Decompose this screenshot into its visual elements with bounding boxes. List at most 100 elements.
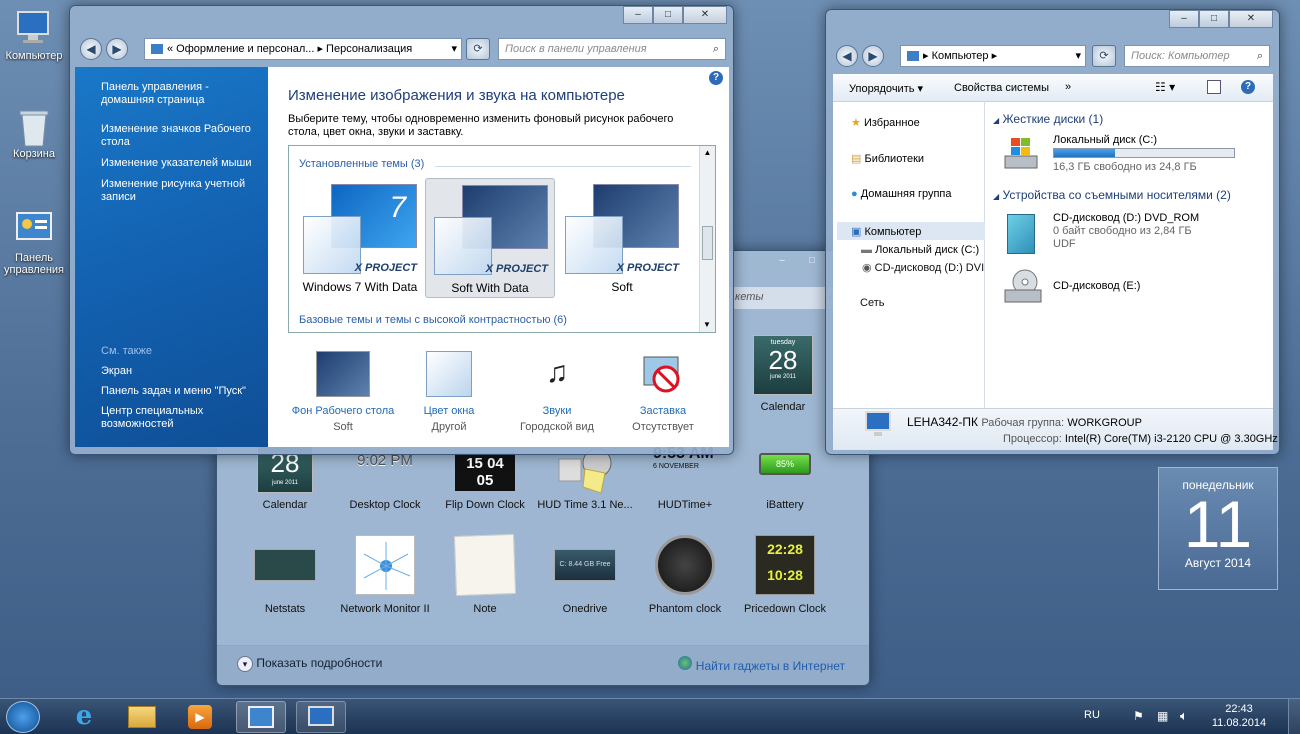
gadget-label: Netstats [264,603,306,615]
view-options-icon[interactable]: ☷ ▾ [1155,80,1175,94]
refresh-button[interactable]: ⟳ [466,38,490,60]
scroll-down-icon[interactable]: ▼ [700,318,714,332]
drive-name: CD-дисковод (D:) DVD_ROM [1053,212,1200,224]
theme-soft[interactable]: X PROJECT Soft [557,178,687,298]
battery-icon: 85% [755,445,815,493]
hdd-group-header[interactable]: ◢ Жесткие диски (1) [993,112,1103,126]
gadget-phantom-clock[interactable]: Phantom clock [635,535,735,615]
scrollbar-thumb[interactable] [702,226,713,260]
search-placeholder: Поиск: Компьютер [1131,50,1230,62]
back-button[interactable]: ◀ [836,45,858,67]
desktop-icon-control-panel[interactable]: Панель управления [0,210,68,276]
theme-name: Soft [611,280,633,294]
gadget-label: Note [473,603,497,615]
minimize-button[interactable]: – [767,253,797,271]
refresh-button[interactable]: ⟳ [1092,45,1116,67]
explorer-content: ◢ Жесткие диски (1) Локальный диск (C:) … [985,102,1273,408]
clock[interactable]: 22:43 11.08.2014 [1210,702,1268,730]
theme-windows7-with-data[interactable]: 7 X PROJECT Windows 7 With Data [295,178,425,298]
theme-soft-with-data[interactable]: X PROJECT Soft With Data [425,178,555,298]
nav-local-disk[interactable]: ▬ Локальный диск (C:) [861,244,979,256]
disk-usage-bar [1053,148,1235,158]
scroll-up-icon[interactable]: ▲ [700,146,715,160]
network-icon[interactable]: ▦ [1157,709,1168,723]
search-icon[interactable]: ⌕ [713,39,719,59]
cd-drive-e-item[interactable]: CD-дисковод (E:) [1003,266,1263,306]
gadget-ibattery[interactable]: 85% iBattery [735,445,835,511]
sidebar-link-mouse-pointers[interactable]: Изменение указателей мыши [101,157,260,170]
organize-button[interactable]: Упорядочить ▾ [849,82,923,95]
help-icon[interactable]: ? [709,71,723,85]
more-button[interactable]: » [1065,81,1071,93]
see-also-accessibility[interactable]: Центр специальных возможностей [101,405,261,431]
gadget-preview-calendar[interactable]: tuesday 28 june 2011 Calendar [733,335,833,413]
gadget-pricedown-clock[interactable]: 22:28 10:28 Pricedown Clock [735,535,835,615]
see-also-display[interactable]: Экран [101,365,261,377]
calendar-widget[interactable]: понедельник 11 Август 2014 [1158,467,1278,590]
start-button[interactable] [6,701,40,733]
language-indicator[interactable]: RU [1084,709,1100,721]
taskbar-control-panel[interactable] [236,701,286,733]
gadget-network-monitor-ii[interactable]: Network Monitor II [335,535,435,615]
chevron-down-icon[interactable]: ▾ [1075,46,1081,66]
sidebar-link-account-picture[interactable]: Изменение рисунка учетной записи [101,178,260,204]
search-icon[interactable]: ⌕ [1257,46,1263,66]
close-button[interactable]: ✕ [683,6,727,24]
taskbar-explorer[interactable] [120,701,164,733]
sounds-setting[interactable]: ♫ Звуки Городской вид [502,351,612,433]
desktop-icon-computer[interactable]: Компьютер [0,8,68,62]
maximize-button[interactable]: □ [653,6,683,24]
scrollbar[interactable]: ▲ ▼ [699,146,715,332]
system-properties-button[interactable]: Свойства системы [954,82,1049,94]
back-button[interactable]: ◀ [80,38,102,60]
forward-button[interactable]: ▶ [862,45,884,67]
gadget-onedrive[interactable]: C: 8.44 GB Free Onedrive [535,541,635,615]
help-icon[interactable]: ? [1241,80,1255,94]
gadget-label: Onedrive [562,603,608,615]
gadget-label: Pricedown Clock [744,603,826,615]
show-details-toggle[interactable]: ▾ Показать подробности [237,656,382,672]
nav-cd-drive-overflow[interactable]: ◉ CD-дисковод (D:) DVI [862,261,984,274]
nav-libraries[interactable]: ▤ Библиотеки [851,152,924,165]
nav-computer[interactable]: ▣ Компьютер [837,222,985,240]
preview-pane-icon[interactable] [1207,80,1221,94]
nav-label: CD-дисковод (D:) DVI [874,262,985,274]
minimize-button[interactable]: – [623,6,653,24]
nav-favorites[interactable]: ★ Избранное [851,116,920,129]
taskbar-media-player[interactable]: ▶ [178,701,222,733]
removable-group-header[interactable]: ◢ Устройства со съемными носителями (2) [993,188,1231,202]
address-bar[interactable]: ▸ Компьютер ▸ ▾ [900,45,1086,67]
taskbar-ie[interactable]: e [62,701,106,733]
sidebar-link-desktop-icons[interactable]: Изменение значков Рабочего стола [101,123,260,149]
window-controls: – □ ✕ [623,6,727,24]
close-button[interactable]: ✕ [1229,10,1273,28]
sidebar-link-home[interactable]: Панель управления - домашняя страница [101,81,260,107]
minimize-button[interactable]: – [1169,10,1199,28]
screensaver-setting[interactable]: Заставка Отсутствует [608,351,718,433]
local-disk-item[interactable]: Локальный диск (C:) 16,3 ГБ свободно из … [1003,134,1263,174]
show-desktop-button[interactable] [1288,699,1300,734]
setting-label: Звуки [542,405,572,417]
gadget-note[interactable]: Note [435,533,535,615]
taskbar-computer[interactable] [296,701,346,733]
chevron-down-icon[interactable]: ▾ [451,39,457,59]
gadget-netstats[interactable]: Netstats [235,541,335,615]
desktop-background-setting[interactable]: Фон Рабочего стола Soft [288,351,398,433]
nav-network[interactable]: Сеть [860,297,884,309]
maximize-button[interactable]: □ [1199,10,1229,28]
volume-icon[interactable]: 🔈︎ [1180,708,1188,724]
window-color-setting[interactable]: Цвет окна Другой [394,351,504,433]
get-gadgets-online-link[interactable]: Найти гаджеты в Интернет [678,656,845,673]
nav-homegroup[interactable]: ● Домашняя группа [851,188,952,200]
drive-free-text: 0 байт свободно из 2,84 ГБ [1053,225,1192,237]
action-center-flag-icon[interactable]: ⚑ [1133,709,1144,723]
forward-button[interactable]: ▶ [106,38,128,60]
control-panel-search-input[interactable]: Поиск в панели управления ⌕ [498,38,726,60]
see-also-taskbar[interactable]: Панель задач и меню "Пуск" [101,385,261,397]
cd-drive-d-item[interactable]: CD-дисковод (D:) DVD_ROM 0 байт свободно… [1003,212,1263,258]
explorer-search-input[interactable]: Поиск: Компьютер ⌕ [1124,45,1270,67]
address-bar[interactable]: « Оформление и персонал... ▸ Персонализа… [144,38,462,60]
maximize-button[interactable]: □ [797,253,827,271]
desktop-icon-recycle-bin[interactable]: Корзина [0,106,68,160]
desktop-icon-label: Компьютер [5,50,63,62]
